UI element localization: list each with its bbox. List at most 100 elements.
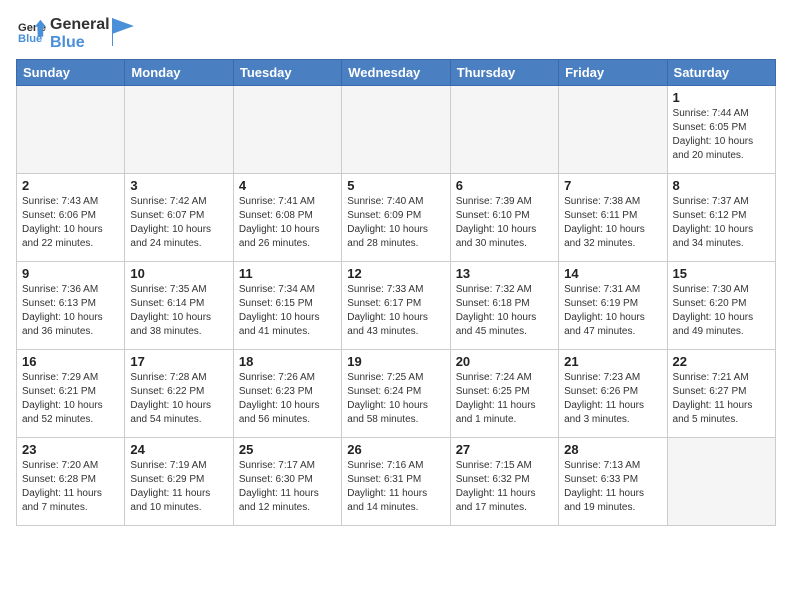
logo-icon: General Blue [18,17,46,45]
weekday-header-saturday: Saturday [667,60,775,86]
calendar-cell: 14 Sunrise: 7:31 AM Sunset: 6:19 PM Dayli… [559,262,667,350]
calendar-cell: 28 Sunrise: 7:13 AM Sunset: 6:33 PM Dayli… [559,438,667,526]
day-number: 15 [673,266,770,281]
day-number: 17 [130,354,227,369]
logo-flag-icon [112,18,134,46]
logo-blue: Blue [50,34,110,52]
day-number: 22 [673,354,770,369]
day-info: Sunrise: 7:32 AM Sunset: 6:18 PM Dayligh… [456,283,553,339]
day-info: Sunrise: 7:29 AM Sunset: 6:21 PM Dayligh… [22,371,119,427]
calendar-cell [17,86,125,174]
day-number: 12 [347,266,444,281]
weekday-header-tuesday: Tuesday [233,60,341,86]
day-number: 14 [564,266,661,281]
calendar-cell [667,438,775,526]
day-number: 24 [130,442,227,457]
day-info: Sunrise: 7:13 AM Sunset: 6:33 PM Dayligh… [564,459,661,515]
day-info: Sunrise: 7:44 AM Sunset: 6:05 PM Dayligh… [673,107,770,163]
day-info: Sunrise: 7:31 AM Sunset: 6:19 PM Dayligh… [564,283,661,339]
day-info: Sunrise: 7:38 AM Sunset: 6:11 PM Dayligh… [564,195,661,251]
day-info: Sunrise: 7:36 AM Sunset: 6:13 PM Dayligh… [22,283,119,339]
day-number: 2 [22,178,119,193]
day-number: 16 [22,354,119,369]
calendar-cell: 26 Sunrise: 7:16 AM Sunset: 6:31 PM Dayli… [342,438,450,526]
weekday-header-row: SundayMondayTuesdayWednesdayThursdayFrid… [17,60,776,86]
day-info: Sunrise: 7:30 AM Sunset: 6:20 PM Dayligh… [673,283,770,339]
week-row-3: 9 Sunrise: 7:36 AM Sunset: 6:13 PM Daylig… [17,262,776,350]
day-number: 3 [130,178,227,193]
weekday-header-thursday: Thursday [450,60,558,86]
calendar-cell: 2 Sunrise: 7:43 AM Sunset: 6:06 PM Daylig… [17,174,125,262]
calendar-cell [233,86,341,174]
day-number: 27 [456,442,553,457]
day-info: Sunrise: 7:26 AM Sunset: 6:23 PM Dayligh… [239,371,336,427]
day-number: 23 [22,442,119,457]
day-number: 28 [564,442,661,457]
day-info: Sunrise: 7:23 AM Sunset: 6:26 PM Dayligh… [564,371,661,427]
calendar-cell: 7 Sunrise: 7:38 AM Sunset: 6:11 PM Daylig… [559,174,667,262]
calendar-cell [342,86,450,174]
calendar-cell: 5 Sunrise: 7:40 AM Sunset: 6:09 PM Daylig… [342,174,450,262]
day-info: Sunrise: 7:19 AM Sunset: 6:29 PM Dayligh… [130,459,227,515]
calendar-cell: 3 Sunrise: 7:42 AM Sunset: 6:07 PM Daylig… [125,174,233,262]
day-number: 13 [456,266,553,281]
day-info: Sunrise: 7:16 AM Sunset: 6:31 PM Dayligh… [347,459,444,515]
day-number: 18 [239,354,336,369]
day-number: 19 [347,354,444,369]
day-info: Sunrise: 7:24 AM Sunset: 6:25 PM Dayligh… [456,371,553,427]
day-info: Sunrise: 7:39 AM Sunset: 6:10 PM Dayligh… [456,195,553,251]
day-number: 5 [347,178,444,193]
calendar-cell [559,86,667,174]
day-number: 4 [239,178,336,193]
calendar-cell: 10 Sunrise: 7:35 AM Sunset: 6:14 PM Dayli… [125,262,233,350]
calendar-cell: 17Sunrise: 7:28 AM Sunset: 6:22 PM Dayli… [125,350,233,438]
week-row-4: 16 Sunrise: 7:29 AM Sunset: 6:21 PM Dayli… [17,350,776,438]
calendar-cell: 9 Sunrise: 7:36 AM Sunset: 6:13 PM Daylig… [17,262,125,350]
day-info: Sunrise: 7:35 AM Sunset: 6:14 PM Dayligh… [130,283,227,339]
day-info: Sunrise: 7:42 AM Sunset: 6:07 PM Dayligh… [130,195,227,251]
day-number: 6 [456,178,553,193]
week-row-5: 23 Sunrise: 7:20 AM Sunset: 6:28 PM Dayli… [17,438,776,526]
calendar-cell: 19Sunrise: 7:25 AM Sunset: 6:24 PM Dayli… [342,350,450,438]
weekday-header-monday: Monday [125,60,233,86]
day-info: Sunrise: 7:20 AM Sunset: 6:28 PM Dayligh… [22,459,119,515]
day-info: Sunrise: 7:43 AM Sunset: 6:06 PM Dayligh… [22,195,119,251]
day-info: Sunrise: 7:41 AM Sunset: 6:08 PM Dayligh… [239,195,336,251]
logo-general: General [50,16,110,34]
day-number: 11 [239,266,336,281]
calendar-cell [450,86,558,174]
logo: General Blue General Blue [16,16,134,51]
day-number: 1 [673,90,770,105]
calendar-cell: 8 Sunrise: 7:37 AM Sunset: 6:12 PM Daylig… [667,174,775,262]
day-info: Sunrise: 7:40 AM Sunset: 6:09 PM Dayligh… [347,195,444,251]
calendar-cell: 27 Sunrise: 7:15 AM Sunset: 6:32 PM Dayli… [450,438,558,526]
weekday-header-friday: Friday [559,60,667,86]
day-info: Sunrise: 7:21 AM Sunset: 6:27 PM Dayligh… [673,371,770,427]
calendar-cell: 18 Sunrise: 7:26 AM Sunset: 6:23 PM Dayli… [233,350,341,438]
day-number: 25 [239,442,336,457]
calendar-cell: 20 Sunrise: 7:24 AM Sunset: 6:25 PM Dayli… [450,350,558,438]
calendar-cell: 4 Sunrise: 7:41 AM Sunset: 6:08 PM Daylig… [233,174,341,262]
calendar-cell [125,86,233,174]
calendar-cell: 22 Sunrise: 7:21 AM Sunset: 6:27 PM Dayli… [667,350,775,438]
week-row-2: 2 Sunrise: 7:43 AM Sunset: 6:06 PM Daylig… [17,174,776,262]
calendar-cell: 25 Sunrise: 7:17 AM Sunset: 6:30 PM Dayli… [233,438,341,526]
calendar-cell: 16 Sunrise: 7:29 AM Sunset: 6:21 PM Dayli… [17,350,125,438]
day-number: 20 [456,354,553,369]
day-number: 8 [673,178,770,193]
calendar-cell: 12Sunrise: 7:33 AM Sunset: 6:17 PM Dayli… [342,262,450,350]
calendar-cell: 1 Sunrise: 7:44 AM Sunset: 6:05 PM Daylig… [667,86,775,174]
day-number: 21 [564,354,661,369]
day-info: Sunrise: 7:15 AM Sunset: 6:32 PM Dayligh… [456,459,553,515]
day-info: Sunrise: 7:37 AM Sunset: 6:12 PM Dayligh… [673,195,770,251]
day-info: Sunrise: 7:17 AM Sunset: 6:30 PM Dayligh… [239,459,336,515]
day-number: 10 [130,266,227,281]
calendar-cell: 6 Sunrise: 7:39 AM Sunset: 6:10 PM Daylig… [450,174,558,262]
weekday-header-wednesday: Wednesday [342,60,450,86]
day-number: 26 [347,442,444,457]
calendar-cell: 21 Sunrise: 7:23 AM Sunset: 6:26 PM Dayli… [559,350,667,438]
calendar-cell: 24 Sunrise: 7:19 AM Sunset: 6:29 PM Dayli… [125,438,233,526]
day-number: 9 [22,266,119,281]
day-number: 7 [564,178,661,193]
calendar-header: General Blue General Blue [16,16,776,51]
